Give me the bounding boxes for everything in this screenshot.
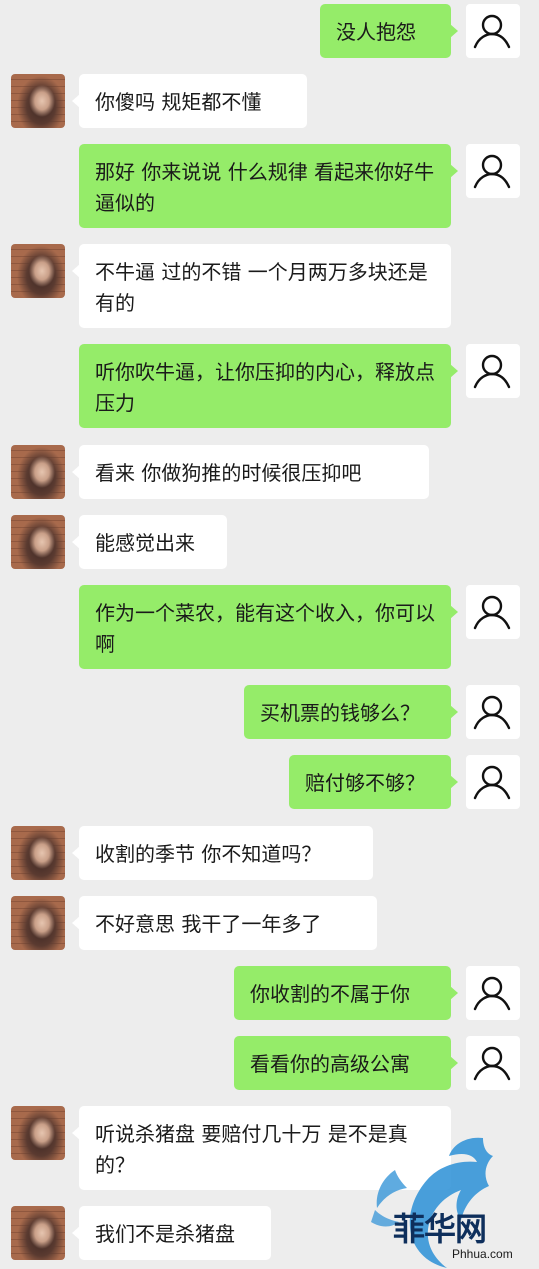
message-bubble-sent[interactable]: 你收割的不属于你 xyxy=(234,966,458,1020)
message-bubble-received[interactable]: 看来 你做狗推的时候很压抑吧 xyxy=(72,445,429,499)
contact-avatar[interactable] xyxy=(11,74,65,128)
my-avatar[interactable] xyxy=(466,144,520,198)
message-bubble-received[interactable]: 我们不是杀猪盘 xyxy=(72,1206,271,1260)
message-bubble-sent[interactable]: 赔付够不够？ xyxy=(289,755,458,809)
message-bubble-sent[interactable]: 没人抱怨 xyxy=(320,4,458,58)
watermark-site-name: 菲华网 xyxy=(393,1210,487,1248)
message-bubble-received[interactable]: 不牛逼 过的不错 一个月两万多块还是有的 xyxy=(72,244,451,328)
person-icon xyxy=(473,1046,511,1081)
person-icon xyxy=(473,154,511,189)
contact-avatar[interactable] xyxy=(11,445,65,499)
message-bubble-received[interactable]: 能感觉出来 xyxy=(72,515,227,569)
message-bubble-sent[interactable]: 那好 你来说说 什么规律 看起来你好牛逼似的 xyxy=(79,144,458,228)
contact-avatar[interactable] xyxy=(11,1106,65,1160)
my-avatar[interactable] xyxy=(466,685,520,739)
contact-avatar[interactable] xyxy=(11,826,65,880)
message-bubble-sent[interactable]: 作为一个菜农，能有这个收入，你可以啊 xyxy=(79,585,458,669)
message-bubble-received[interactable]: 不好意思 我干了一年多了 xyxy=(72,896,377,950)
my-avatar[interactable] xyxy=(466,966,520,1020)
person-icon xyxy=(473,14,511,49)
watermark-domain: Phhua.com xyxy=(452,1247,513,1261)
person-icon xyxy=(473,354,511,389)
message-bubble-sent[interactable]: 听你吹牛逼，让你压抑的内心，释放点压力 xyxy=(79,344,458,428)
chat-area[interactable]: 没人抱怨 你傻吗 规矩都不懂 那好 你来说说 什么规律 看起来你好牛逼似的 不牛… xyxy=(0,0,539,1269)
my-avatar[interactable] xyxy=(466,344,520,398)
person-icon xyxy=(473,595,511,630)
message-bubble-received[interactable]: 你傻吗 规矩都不懂 xyxy=(72,74,307,128)
person-icon xyxy=(473,976,511,1011)
person-icon xyxy=(473,765,511,800)
message-bubble-sent[interactable]: 看看你的高级公寓 xyxy=(234,1036,458,1090)
contact-avatar[interactable] xyxy=(11,515,65,569)
my-avatar[interactable] xyxy=(466,755,520,809)
contact-avatar[interactable] xyxy=(11,896,65,950)
person-icon xyxy=(473,695,511,730)
message-bubble-received[interactable]: 收割的季节 你不知道吗？ xyxy=(72,826,373,880)
message-bubble-sent[interactable]: 买机票的钱够么？ xyxy=(244,685,458,739)
my-avatar[interactable] xyxy=(466,1036,520,1090)
my-avatar[interactable] xyxy=(466,585,520,639)
contact-avatar[interactable] xyxy=(11,1206,65,1260)
my-avatar[interactable] xyxy=(466,4,520,58)
contact-avatar[interactable] xyxy=(11,244,65,298)
